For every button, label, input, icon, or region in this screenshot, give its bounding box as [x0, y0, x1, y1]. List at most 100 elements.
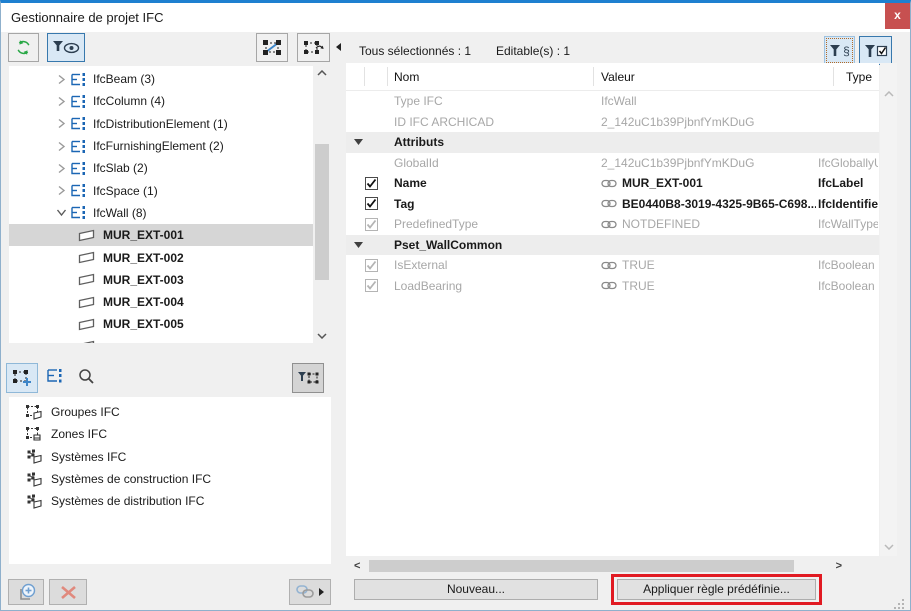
tree-item[interactable]: MUR_EXT-005	[9, 313, 331, 335]
table-group-row[interactable]: Pset_WallCommon	[346, 234, 879, 255]
list-item[interactable]: Systèmes de construction IFC	[9, 468, 331, 490]
table-row[interactable]: Tag BE0440B8-3019-4325-9B65-C698... IfcIde…	[346, 194, 879, 215]
apply-predefined-rule-button[interactable]: Appliquer règle prédéfinie...	[617, 579, 816, 600]
tree-item[interactable]: IfcBeam (3)	[9, 68, 331, 90]
attribute-value-text: BE0440B8-3019-4325-9B65-C698...	[622, 196, 816, 211]
list-item-label: Zones IFC	[51, 427, 108, 442]
chevron-down-icon[interactable]	[54, 208, 68, 217]
list-item[interactable]: Systèmes de distribution IFC	[9, 490, 331, 512]
attribute-checkbox[interactable]	[365, 176, 378, 190]
scroll-down-icon[interactable]	[880, 544, 897, 550]
column-header-nom[interactable]: Nom	[394, 70, 419, 84]
resize-grip-icon[interactable]	[894, 599, 904, 609]
collapse-group-icon[interactable]	[354, 139, 363, 146]
attribute-checkbox[interactable]	[365, 217, 378, 231]
column-header-type[interactable]: Type	[846, 70, 872, 84]
tree-scrollbar-thumb[interactable]	[315, 144, 329, 280]
list-item[interactable]: Zones IFC	[9, 423, 331, 445]
table-row[interactable]: PredefinedType NOTDEFINED IfcWallTypeEnum	[346, 214, 879, 235]
scroll-up-icon[interactable]	[313, 70, 331, 76]
tree-scrollbar[interactable]	[313, 66, 331, 343]
chevron-right-icon[interactable]	[54, 74, 68, 85]
ifc-class-icon	[70, 183, 86, 198]
scroll-left-icon[interactable]: <	[354, 559, 360, 573]
tree-item[interactable]: MUR_EXT-002	[9, 246, 331, 268]
attribute-value[interactable]: TRUE	[601, 258, 816, 272]
tree-item[interactable]	[9, 336, 331, 343]
tree-item[interactable]: IfcSpace (1)	[9, 179, 331, 201]
tree-item[interactable]: MUR_EXT-001	[9, 224, 313, 247]
table-hscrollbar[interactable]: < >	[351, 559, 845, 573]
tree-item-label: IfcBeam (3)	[93, 72, 156, 87]
scroll-down-icon[interactable]	[313, 333, 331, 339]
refresh-button[interactable]	[8, 33, 39, 62]
attribute-checkbox[interactable]	[365, 258, 378, 272]
chevron-right-icon[interactable]	[54, 141, 68, 152]
filter-marquee-button[interactable]	[292, 363, 324, 393]
link-icon	[601, 281, 617, 290]
chevron-right-icon[interactable]	[54, 163, 68, 174]
attribute-value[interactable]: BE0440B8-3019-4325-9B65-C698...	[601, 197, 816, 211]
tree-item[interactable]: IfcSlab (2)	[9, 157, 331, 179]
filter-checked-button[interactable]	[859, 36, 892, 65]
wall-icon	[78, 229, 95, 242]
tree-item[interactable]: MUR_EXT-004	[9, 291, 331, 313]
tree-item[interactable]: IfcColumn (4)	[9, 90, 331, 112]
attribute-value[interactable]: MUR_EXT-001	[601, 176, 816, 190]
tree-item[interactable]: IfcWall (8)	[9, 202, 331, 224]
collapse-panel-icon[interactable]	[336, 43, 341, 51]
filter-rules-button[interactable]: §	[824, 36, 855, 65]
attribute-type: IfcBoolean	[818, 258, 875, 273]
table-row[interactable]: ID IFC ARCHICAD 2_142uC1b39PjbnfYmKDuG	[346, 112, 879, 133]
hierarchy-icon[interactable]	[46, 368, 62, 384]
tree-item[interactable]: IfcDistributionElement (1)	[9, 113, 331, 135]
table-row[interactable]: Type IFC IfcWall	[346, 91, 879, 112]
list-item-label: Systèmes IFC	[51, 449, 127, 464]
table-row[interactable]: GlobalId 2_142uC1b39PjbnfYmKDuG IfcGloball…	[346, 153, 879, 174]
column-header-valeur[interactable]: Valeur	[601, 70, 635, 84]
attribute-value-text: MUR_EXT-001	[622, 176, 703, 191]
tree-item[interactable]: MUR_EXT-003	[9, 269, 331, 291]
scroll-right-icon[interactable]: >	[836, 559, 842, 573]
list-item-label: Systèmes de construction IFC	[51, 472, 212, 487]
attribute-name: PredefinedType	[394, 217, 479, 232]
attribute-value[interactable]: IfcWall	[601, 94, 816, 108]
scroll-up-icon[interactable]	[880, 91, 897, 97]
chevron-right-icon[interactable]	[54, 96, 68, 107]
search-icon[interactable]	[78, 368, 95, 385]
delete-item-button[interactable]	[49, 579, 87, 605]
table-group-row[interactable]: Attributs	[346, 132, 879, 153]
new-rule-button[interactable]: Nouveau...	[354, 579, 598, 600]
select-elements-button[interactable]	[256, 33, 288, 62]
expand-menu-icon	[319, 588, 324, 596]
close-button[interactable]: x	[885, 3, 910, 29]
status-editable: Editable(s) : 1	[496, 44, 571, 58]
attribute-name: Name	[394, 176, 427, 191]
attribute-value-text: 2_142uC1b39PjbnfYmKDuG	[601, 155, 755, 170]
attribute-value[interactable]: 2_142uC1b39PjbnfYmKDuG	[601, 115, 816, 129]
attribute-value[interactable]: TRUE	[601, 279, 816, 293]
table-row[interactable]: IsExternal TRUE IfcBoolean	[346, 255, 879, 276]
chevron-right-icon[interactable]	[54, 185, 68, 196]
attribute-checkbox[interactable]	[365, 279, 378, 293]
list-item[interactable]: Groupes IFC	[9, 401, 331, 423]
attribute-checkbox[interactable]	[365, 197, 378, 211]
table-row[interactable]: Name MUR_EXT-001 IfcLabel	[346, 173, 879, 194]
add-selection-button[interactable]	[6, 363, 38, 393]
link-icon	[601, 220, 617, 229]
attribute-value[interactable]: 2_142uC1b39PjbnfYmKDuG	[601, 156, 816, 170]
chevron-right-icon[interactable]	[54, 118, 68, 129]
hscrollbar-thumb[interactable]	[369, 560, 794, 572]
wall-icon	[78, 251, 95, 264]
table-vscrollbar[interactable]	[880, 63, 897, 556]
list-item[interactable]: Systèmes IFC	[9, 446, 331, 468]
new-item-button[interactable]	[8, 579, 44, 605]
collapse-group-icon[interactable]	[354, 241, 363, 248]
tree-item[interactable]: IfcFurnishingElement (2)	[9, 135, 331, 157]
attribute-value[interactable]: NOTDEFINED	[601, 217, 816, 231]
ifc-project-manager-dialog: Gestionnaire de projet IFC x IfcBeam (3)…	[0, 0, 911, 611]
link-menu-button[interactable]	[289, 579, 331, 605]
apply-selection-button[interactable]	[297, 33, 330, 62]
filter-visibility-button[interactable]	[47, 33, 85, 62]
table-row[interactable]: LoadBearing TRUE IfcBoolean	[346, 276, 879, 297]
